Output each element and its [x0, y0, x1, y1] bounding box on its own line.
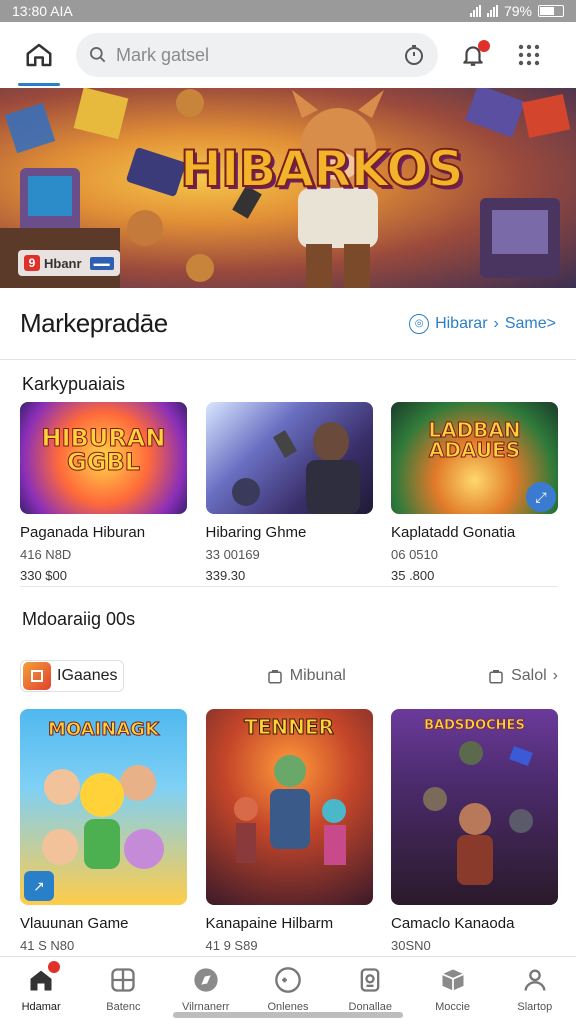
search-icon — [90, 47, 106, 63]
banner-title: HIBARKOS — [179, 139, 465, 199]
card-price: 330 $00 — [20, 568, 67, 583]
banner-badge: 9 Hbanr ▬▬ — [18, 250, 120, 276]
featured-card[interactable]: Hibaring Ghme 33 00169 339.30 — [205, 402, 373, 583]
filter-middle[interactable]: Mibunal — [266, 667, 346, 685]
featured-thumb: HIBURAN GGBL — [20, 402, 187, 514]
filter-middle-label: Mibunal — [289, 667, 346, 684]
signal-icon — [469, 5, 481, 17]
card-title: Camaclo Kanaoda — [391, 915, 515, 932]
home-button[interactable] — [18, 36, 60, 86]
card-title: Kaplatadd Gonatia — [391, 524, 516, 541]
filter-right-label: Salol — [511, 667, 547, 684]
top-bar — [0, 22, 576, 88]
notifications-button[interactable] — [456, 38, 490, 72]
divider — [20, 586, 558, 587]
grid-dots-icon — [518, 44, 540, 66]
status-time: 13:80 AIA — [12, 3, 73, 19]
nav-item-home[interactable]: Hdamar — [0, 957, 82, 1024]
filter-chip-label: IGaanes — [57, 667, 118, 684]
battery-percent: 79% — [503, 3, 532, 19]
home-icon — [26, 961, 61, 995]
nav-label: Moccie — [435, 1001, 470, 1013]
game-thumb: MOAINAGK ↗ — [20, 709, 187, 905]
share-icon[interactable]: ↗ — [24, 871, 54, 901]
featured-card[interactable]: HIBURAN GGBL Paganada Hiburan 416 N8D 33… — [20, 402, 187, 583]
featured-heading: Karkypuaiais — [22, 374, 126, 394]
status-icons: 79% — [469, 3, 564, 19]
nav-label: Slartop — [517, 1001, 553, 1013]
card-meta: 41 9 S89 — [205, 938, 258, 953]
thumb-art — [233, 755, 346, 865]
bag-icon — [489, 670, 503, 684]
nav-label: Hdamar — [21, 1001, 61, 1013]
compass-icon — [191, 965, 221, 995]
nav-item-moccie[interactable]: Moccie — [411, 957, 493, 1024]
nav-badge — [48, 961, 61, 973]
featured-thumb: LADBAN ADAUES ⤢ — [391, 402, 558, 514]
gamepad-icon — [273, 965, 303, 995]
card-meta: 33 00169 — [205, 547, 260, 562]
status-bar: 13:80 AIA 79% — [0, 0, 576, 22]
section-link-label: Hibarar — [435, 314, 488, 332]
game-thumb: BADSDOCHES — [391, 709, 558, 905]
battery-icon — [538, 5, 564, 17]
thumb-art — [231, 422, 360, 514]
section-more-label: Same> — [504, 314, 556, 332]
nav-label: Batenc — [106, 1001, 141, 1013]
card-title: Kanapaine Hilbarm — [205, 915, 334, 932]
game-card[interactable]: BADSDOCHES Camaclo Kanaoda 30SN0 — [391, 709, 558, 953]
box-icon — [438, 965, 468, 995]
expand-icon[interactable]: ⤢ — [526, 482, 556, 512]
section-title: Markepradāe — [20, 308, 168, 338]
featured-row: HIBURAN GGBL Paganada Hiburan 416 N8D 33… — [20, 402, 558, 583]
signal2-icon — [486, 5, 498, 17]
featured-thumb — [205, 402, 373, 514]
featured-card[interactable]: LADBAN ADAUES ⤢ Kaplatadd Gonatia 06 051… — [391, 402, 558, 583]
card-meta: 06 0510 — [391, 547, 438, 562]
search-input[interactable] — [116, 44, 402, 66]
section-header: Markepradāe ◎ Hibarar › Same> — [0, 288, 576, 360]
filter-right[interactable]: Salol › — [487, 667, 558, 685]
person-icon — [520, 965, 550, 995]
home-icon — [26, 43, 52, 67]
chevron-right-icon: › — [493, 314, 499, 332]
notification-badge — [478, 40, 490, 52]
card-meta: 416 N8D — [20, 547, 72, 562]
badge-text: Hbanr — [44, 255, 82, 271]
card-title: Vlauunan Game — [20, 915, 129, 932]
thumb-title: LADBAN ADAUES — [428, 418, 521, 462]
game-thumb: TENNER — [205, 709, 373, 905]
console-icon — [355, 965, 385, 995]
game-card[interactable]: TENNER Kanapaine Hilbarm 41 9 S89 — [205, 709, 373, 953]
timer-icon[interactable] — [402, 43, 426, 67]
home-indicator[interactable] — [173, 1012, 403, 1018]
nav-item-slartop[interactable]: Slartop — [494, 957, 576, 1024]
card-meta: 41 S N80 — [20, 938, 75, 953]
card-title: Hibaring Ghme — [205, 524, 307, 541]
filter-row: IGaanes Mibunal Salol › — [20, 659, 558, 693]
refresh-icon: ◎ — [409, 313, 430, 334]
search-bar[interactable] — [76, 33, 438, 77]
games-logo-icon — [23, 662, 51, 690]
section-link[interactable]: ◎ Hibarar › Same> — [409, 313, 556, 334]
badge-number: 9 — [24, 255, 40, 271]
recommended-heading: Mdoaraiig 00s — [22, 609, 136, 629]
hero-banner[interactable]: HIBARKOS 9 Hbanr ▬▬ — [0, 88, 576, 288]
card-price: 35 .800 — [391, 568, 435, 583]
badge-tag: ▬▬ — [89, 256, 114, 270]
bag-icon — [268, 670, 282, 684]
apps-menu-button[interactable] — [512, 38, 546, 72]
card-meta: 30SN0 — [391, 938, 431, 953]
grid-card-icon — [108, 965, 138, 995]
recommended-row: MOAINAGK ↗ Vlauunan Game 41 S N80 TENNER — [20, 709, 558, 953]
nav-item-batenc[interactable]: Batenc — [82, 957, 164, 1024]
chevron-right-icon: › — [552, 667, 558, 684]
filter-chip-games[interactable]: IGaanes — [20, 660, 125, 692]
card-title: Paganada Hiburan — [20, 524, 146, 541]
game-card[interactable]: MOAINAGK ↗ Vlauunan Game 41 S N80 — [20, 709, 187, 953]
thumb-art — [423, 741, 533, 885]
card-price: 339.30 — [205, 568, 246, 583]
thumb-title: HIBURAN GGBL — [41, 424, 166, 476]
